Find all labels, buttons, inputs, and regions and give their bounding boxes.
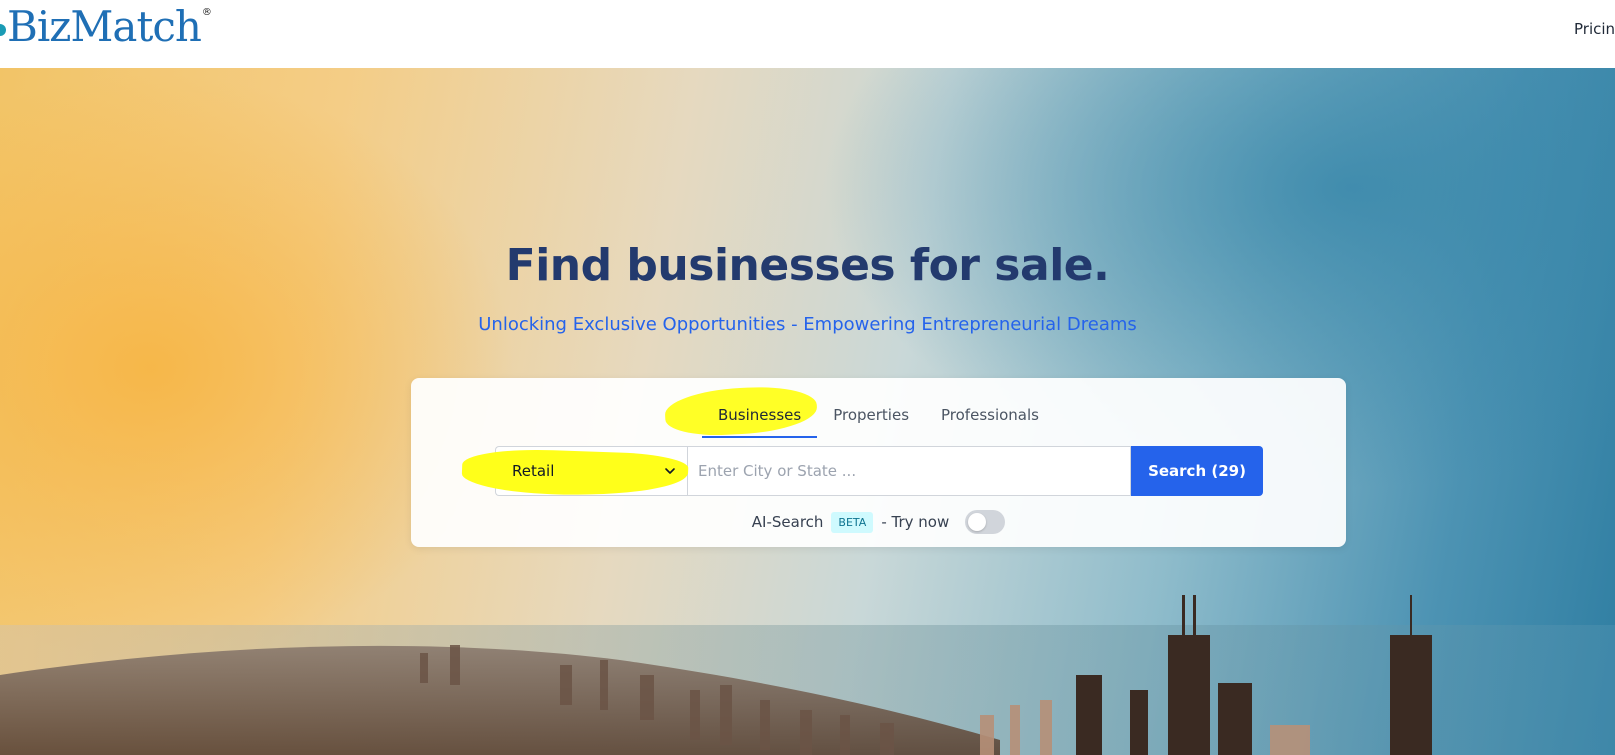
hero-title: Find businesses for sale. — [505, 240, 1110, 291]
logo-mark-icon — [0, 24, 6, 36]
bizmatch-logo[interactable]: BizMatch ® — [0, 2, 212, 51]
ai-search-row: AI-Search BETA - Try now — [411, 510, 1346, 534]
tab-professionals[interactable]: Professionals — [925, 400, 1055, 438]
try-now-text: - Try now — [881, 513, 950, 531]
city-skyline-image — [0, 595, 1615, 755]
location-input[interactable] — [687, 446, 1131, 496]
search-row: Retail Search (29) — [461, 446, 1263, 499]
category-select-value: Retail — [512, 462, 555, 480]
highlight-marker — [461, 447, 689, 499]
tab-businesses[interactable]: Businesses — [702, 400, 818, 438]
search-card: Businesses Properties Professionals Reta… — [411, 378, 1346, 547]
hero-section: Find businesses for sale. Unlocking Excl… — [0, 68, 1615, 755]
category-select[interactable]: Retail — [461, 446, 689, 499]
nav-pricing-link[interactable]: Pricin — [1574, 20, 1615, 38]
toggle-knob — [968, 513, 987, 531]
search-tabs: Businesses Properties Professionals — [411, 400, 1346, 438]
ai-search-label: AI-Search — [751, 513, 824, 531]
ai-search-toggle[interactable] — [965, 510, 1006, 534]
hero-subtitle: Unlocking Exclusive Opportunities - Empo… — [478, 314, 1137, 335]
tab-properties[interactable]: Properties — [817, 400, 925, 438]
chevron-down-icon — [665, 468, 675, 474]
search-button[interactable]: Search (29) — [1131, 446, 1263, 496]
site-header: BizMatch ® Pricin — [0, 0, 1615, 68]
logo-text: BizMatch — [7, 2, 202, 51]
beta-badge: BETA — [831, 511, 874, 533]
registered-mark: ® — [201, 7, 212, 18]
